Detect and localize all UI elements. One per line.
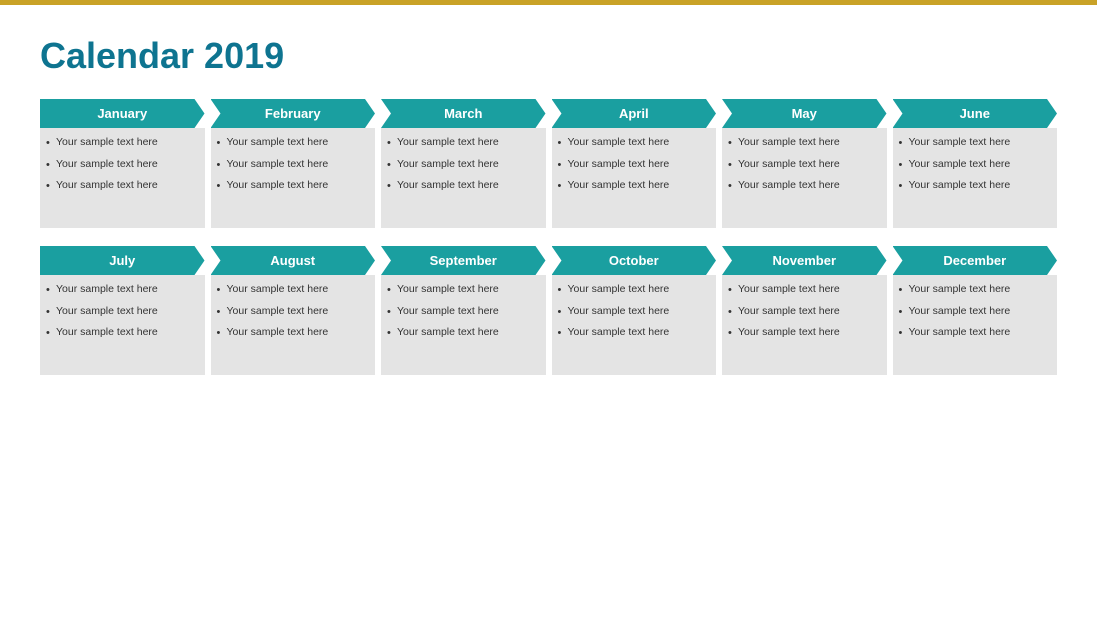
calendar-row-0: JanuaryYour sample text hereYour sample … [40, 99, 1057, 228]
month-block-january: JanuaryYour sample text hereYour sample … [40, 99, 205, 228]
list-item: Your sample text here [217, 283, 370, 297]
list-item: Your sample text here [728, 326, 881, 340]
list-item: Your sample text here [728, 136, 881, 150]
month-block-september: SeptemberYour sample text hereYour sampl… [381, 246, 546, 375]
list-item: Your sample text here [46, 326, 199, 340]
list-item: Your sample text here [217, 326, 370, 340]
month-body-may: Your sample text here Your sample text he… [722, 128, 887, 228]
list-item: Your sample text here [728, 283, 881, 297]
month-block-may: MayYour sample text hereYour sample text… [722, 99, 887, 228]
list-item: Your sample text here [46, 158, 199, 172]
list-item: Your sample text here [387, 283, 540, 297]
list-item: Your sample text here [558, 305, 711, 319]
list-item: Your sample text here [217, 305, 370, 319]
list-item: Your sample text here [899, 326, 1052, 340]
list-item: Your sample text here [217, 179, 370, 193]
list-item: Your sample text here [558, 158, 711, 172]
list-item: Your sample text here [46, 179, 199, 193]
month-body-august: Your sample text here Your sample text he… [211, 275, 376, 375]
month-header-february: February [211, 99, 376, 128]
list-item: Your sample text here [728, 158, 881, 172]
list-item: Your sample text here [899, 136, 1052, 150]
month-header-october: October [552, 246, 717, 275]
month-header-april: April [552, 99, 717, 128]
month-body-september: Your sample text here Your sample text he… [381, 275, 546, 375]
month-body-december: Your sample text here Your sample text he… [893, 275, 1058, 375]
month-body-june: Your sample text here Your sample text he… [893, 128, 1058, 228]
month-body-july: Your sample text here Your sample text he… [40, 275, 205, 375]
month-header-june: June [893, 99, 1058, 128]
month-block-april: AprilYour sample text hereYour sample te… [552, 99, 717, 228]
month-header-july: July [40, 246, 205, 275]
list-item: Your sample text here [899, 179, 1052, 193]
list-item: Your sample text here [46, 136, 199, 150]
month-block-march: MarchYour sample text hereYour sample te… [381, 99, 546, 228]
list-item: Your sample text here [899, 283, 1052, 297]
month-block-december: DecemberYour sample text hereYour sample… [893, 246, 1058, 375]
calendar-row-1: JulyYour sample text hereYour sample tex… [40, 246, 1057, 375]
list-item: Your sample text here [217, 136, 370, 150]
list-item: Your sample text here [558, 283, 711, 297]
month-block-july: JulyYour sample text hereYour sample tex… [40, 246, 205, 375]
month-header-march: March [381, 99, 546, 128]
list-item: Your sample text here [558, 179, 711, 193]
list-item: Your sample text here [899, 305, 1052, 319]
month-block-october: OctoberYour sample text hereYour sample … [552, 246, 717, 375]
month-body-february: Your sample text here Your sample text he… [211, 128, 376, 228]
list-item: Your sample text here [46, 305, 199, 319]
list-item: Your sample text here [46, 283, 199, 297]
page-title: Calendar 2019 [40, 35, 1057, 77]
list-item: Your sample text here [217, 158, 370, 172]
month-block-november: NovemberYour sample text hereYour sample… [722, 246, 887, 375]
month-body-november: Your sample text here Your sample text he… [722, 275, 887, 375]
month-header-august: August [211, 246, 376, 275]
month-header-january: January [40, 99, 205, 128]
month-header-december: December [893, 246, 1058, 275]
slide: Calendar 2019 JanuaryYour sample text he… [0, 0, 1097, 633]
calendar-grid: JanuaryYour sample text hereYour sample … [40, 99, 1057, 375]
month-block-february: FebruaryYour sample text hereYour sample… [211, 99, 376, 228]
list-item: Your sample text here [387, 179, 540, 193]
month-body-april: Your sample text here Your sample text he… [552, 128, 717, 228]
month-header-may: May [722, 99, 887, 128]
list-item: Your sample text here [899, 158, 1052, 172]
list-item: Your sample text here [728, 305, 881, 319]
month-block-june: JuneYour sample text hereYour sample tex… [893, 99, 1058, 228]
list-item: Your sample text here [387, 326, 540, 340]
list-item: Your sample text here [387, 136, 540, 150]
list-item: Your sample text here [387, 158, 540, 172]
list-item: Your sample text here [558, 326, 711, 340]
month-header-november: November [722, 246, 887, 275]
month-body-january: Your sample text here Your sample text he… [40, 128, 205, 228]
month-body-march: Your sample text here Your sample text he… [381, 128, 546, 228]
list-item: Your sample text here [728, 179, 881, 193]
list-item: Your sample text here [558, 136, 711, 150]
list-item: Your sample text here [387, 305, 540, 319]
month-block-august: AugustYour sample text hereYour sample t… [211, 246, 376, 375]
month-body-october: Your sample text here Your sample text he… [552, 275, 717, 375]
month-header-september: September [381, 246, 546, 275]
